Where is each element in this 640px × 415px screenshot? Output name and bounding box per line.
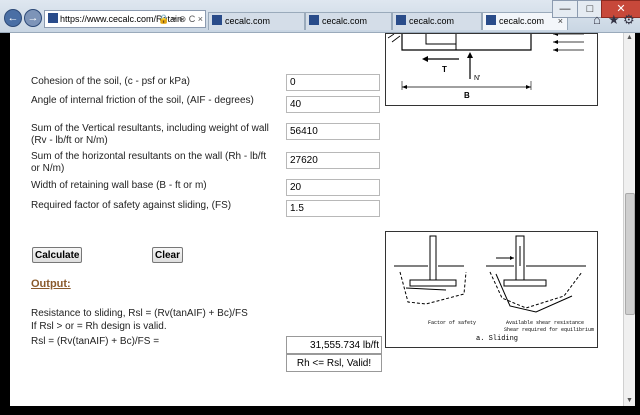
address-tools[interactable]: 🔒 ▾ ⊗ C ×	[158, 11, 203, 27]
factor-label: Factor of safety	[428, 320, 476, 326]
favorites-icon[interactable]: ★	[608, 12, 620, 28]
wall-base-diagram: T N' B	[385, 33, 598, 106]
vertical-resultant-input[interactable]	[286, 123, 380, 140]
label-t: T	[442, 65, 447, 74]
vertical-scrollbar[interactable]: ▲ ▼	[623, 33, 635, 406]
sliding-diagram: Factor of safety Available shear resista…	[385, 231, 598, 348]
tab-1[interactable]: cecalc.com	[208, 12, 305, 30]
gear-icon[interactable]: ⚙	[623, 12, 635, 28]
page-content: T N' B Cohesion of the soil, (c - psf or…	[10, 33, 623, 406]
home-icon[interactable]: ⌂	[593, 12, 601, 27]
safety-factor-input[interactable]	[286, 200, 380, 217]
base-width-label: Width of retaining wall base (B - ft or …	[31, 180, 207, 191]
friction-angle-input[interactable]	[286, 96, 380, 113]
sliding-caption: a. Sliding	[476, 335, 518, 343]
sliding-svg: Factor of safety Available shear resista…	[394, 235, 594, 343]
cohesion-label: Cohesion of the soil, (c - psf or kPa)	[31, 76, 190, 87]
scroll-up-arrow[interactable]: ▲	[625, 33, 634, 43]
horizontal-resultant-input[interactable]	[286, 152, 380, 169]
back-button[interactable]: ←	[4, 9, 22, 27]
tab-2[interactable]: cecalc.com	[305, 12, 392, 30]
output-condition: If Rsl > or = Rh design is valid.	[31, 321, 167, 332]
tab-label: cecalc.com	[322, 16, 368, 26]
shear-label: Available shear resistance	[506, 320, 584, 326]
output-heading: Output:	[31, 278, 71, 290]
tab-favicon	[309, 15, 319, 25]
label-b: B	[464, 91, 470, 100]
forward-button[interactable]: →	[24, 9, 42, 27]
base-width-input[interactable]	[286, 179, 380, 196]
calculate-button[interactable]: Calculate	[32, 247, 83, 263]
tab-label: cecalc.com	[409, 16, 455, 26]
wall-base-svg: T N' B	[387, 33, 584, 100]
browser-toolbar: ← → https://www.cecalc.com/Retain 🔒 ▾ ⊗ …	[0, 0, 640, 33]
clear-button[interactable]: Clear	[152, 247, 184, 263]
tab-favicon	[396, 15, 406, 25]
cohesion-input[interactable]	[286, 74, 380, 91]
output-result-label: Rsl = (Rv(tanAIF) + Bc)/FS =	[31, 336, 160, 347]
required-label: Shear required for equilibrium	[504, 327, 594, 333]
tab-label: cecalc.com	[225, 16, 271, 26]
scroll-thumb[interactable]	[625, 193, 635, 315]
safety-factor-label: Required factor of safety against slidin…	[31, 200, 232, 211]
site-favicon	[48, 13, 58, 23]
label-n: N'	[474, 75, 480, 82]
result-value-box: 31,555.734 lb/ft	[286, 336, 382, 354]
minimize-button[interactable]: —	[552, 0, 578, 18]
friction-angle-label: Angle of internal friction of the soil, …	[31, 95, 254, 106]
tab-label: cecalc.com	[499, 16, 545, 26]
validity-box: Rh <= Rsl, Valid!	[286, 354, 382, 372]
tab-favicon	[212, 15, 222, 25]
output-formula: Resistance to sliding, Rsl = (Rv(tanAIF)…	[31, 308, 248, 319]
address-bar[interactable]: https://www.cecalc.com/Retain 🔒 ▾ ⊗ C ×	[44, 10, 206, 28]
horizontal-resultant-label: Sum of the horizontal resultants on the …	[31, 151, 267, 174]
tab-3[interactable]: cecalc.com	[392, 12, 482, 30]
scroll-down-arrow[interactable]: ▼	[625, 396, 634, 406]
tab-favicon	[486, 15, 496, 25]
vertical-resultant-label: Sum of the Vertical resultants, includin…	[31, 123, 269, 146]
